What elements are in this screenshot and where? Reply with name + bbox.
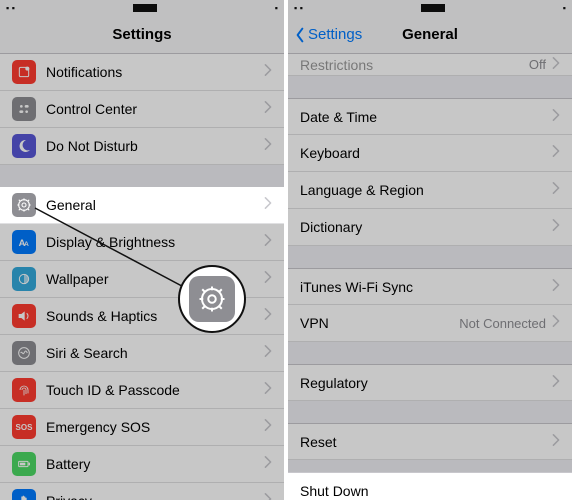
cell-itunes-wifi-sync[interactable]: iTunes Wi-Fi Sync bbox=[288, 268, 572, 305]
back-button[interactable]: Settings bbox=[294, 26, 362, 43]
display-icon: AA bbox=[12, 230, 36, 254]
chevron-right-icon bbox=[264, 344, 272, 362]
cell-label: Shut Down bbox=[300, 483, 560, 499]
navbar: Settings General bbox=[288, 16, 572, 54]
cell-battery[interactable]: Battery bbox=[0, 446, 284, 483]
cell-shut-down[interactable]: Shut Down bbox=[288, 472, 572, 500]
chevron-right-icon bbox=[264, 455, 272, 473]
cell-label: General bbox=[46, 197, 264, 213]
chevron-right-icon bbox=[552, 181, 560, 199]
notifications-icon bbox=[12, 60, 36, 84]
navbar: Settings bbox=[0, 16, 284, 54]
chevron-right-icon bbox=[264, 381, 272, 399]
chevron-right-icon bbox=[264, 137, 272, 155]
cell-label: Privacy bbox=[46, 493, 264, 500]
sos-icon: SOS bbox=[12, 415, 36, 439]
chevron-right-icon bbox=[552, 108, 560, 126]
status-bar: ▪ ▪▪ bbox=[0, 0, 284, 16]
chevron-right-icon bbox=[552, 56, 560, 74]
cell-emergency-sos[interactable]: SOS Emergency SOS bbox=[0, 409, 284, 446]
cell-label: VPN bbox=[300, 315, 459, 331]
cell-label: Battery bbox=[46, 456, 264, 472]
chevron-right-icon bbox=[552, 218, 560, 236]
cell-general[interactable]: General bbox=[0, 187, 284, 224]
cell-privacy[interactable]: Privacy bbox=[0, 483, 284, 500]
cell-label: Keyboard bbox=[300, 145, 552, 161]
cell-label: Regulatory bbox=[300, 375, 552, 391]
chevron-right-icon bbox=[264, 100, 272, 118]
general-list: RestrictionsOff Date & Time Keyboard Langua… bbox=[288, 54, 572, 500]
cell-label: Siri & Search bbox=[46, 345, 264, 361]
cell-touch-id-passcode[interactable]: Touch ID & Passcode bbox=[0, 372, 284, 409]
cell-value: Off bbox=[529, 57, 546, 72]
wallpaper-icon bbox=[12, 267, 36, 291]
chevron-right-icon bbox=[552, 278, 560, 296]
cell-do-not-disturb[interactable]: Do Not Disturb bbox=[0, 128, 284, 165]
cell-label: iTunes Wi-Fi Sync bbox=[300, 279, 552, 295]
screenshot-right: ▪ ▪▪ Settings General RestrictionsOff Dat… bbox=[288, 0, 572, 500]
hand-icon bbox=[12, 489, 36, 500]
sound-icon bbox=[12, 304, 36, 328]
callout-bubble bbox=[178, 265, 246, 333]
battery-icon bbox=[12, 452, 36, 476]
cell-regulatory[interactable]: Regulatory bbox=[288, 364, 572, 401]
chevron-right-icon bbox=[264, 63, 272, 81]
cell-value: Not Connected bbox=[459, 316, 546, 331]
cell-reset[interactable]: Reset bbox=[288, 423, 572, 460]
cell-label: Control Center bbox=[46, 101, 264, 117]
cell-label: Do Not Disturb bbox=[46, 138, 264, 154]
status-bar: ▪ ▪▪ bbox=[288, 0, 572, 16]
chevron-right-icon bbox=[264, 307, 272, 325]
cell-label: Display & Brightness bbox=[46, 234, 264, 250]
control-center-icon bbox=[12, 97, 36, 121]
chevron-right-icon bbox=[264, 233, 272, 251]
cell-notifications[interactable]: Notifications bbox=[0, 54, 284, 91]
moon-icon bbox=[12, 134, 36, 158]
chevron-right-icon bbox=[552, 433, 560, 451]
chevron-right-icon bbox=[264, 418, 272, 436]
cell-label: Notifications bbox=[46, 64, 264, 80]
cell-language-region[interactable]: Language & Region bbox=[288, 172, 572, 209]
cell-label: Language & Region bbox=[300, 182, 552, 198]
chevron-right-icon bbox=[264, 492, 272, 500]
chevron-left-icon bbox=[294, 27, 306, 43]
page-title: General bbox=[402, 26, 458, 43]
chevron-right-icon bbox=[264, 196, 272, 214]
gear-icon bbox=[189, 276, 235, 322]
screenshot-left: ▪ ▪▪ Settings Notifications Control Cente… bbox=[0, 0, 284, 500]
cell-date-time[interactable]: Date & Time bbox=[288, 98, 572, 135]
chevron-right-icon bbox=[552, 374, 560, 392]
cell-vpn[interactable]: VPNNot Connected bbox=[288, 305, 572, 342]
cell-label: Dictionary bbox=[300, 219, 552, 235]
fingerprint-icon bbox=[12, 378, 36, 402]
page-title: Settings bbox=[112, 26, 171, 43]
cell-label: Restrictions bbox=[300, 57, 529, 73]
siri-icon bbox=[12, 341, 36, 365]
cell-label: Reset bbox=[300, 434, 552, 450]
cell-label: Emergency SOS bbox=[46, 419, 264, 435]
chevron-right-icon bbox=[552, 314, 560, 332]
cell-control-center[interactable]: Control Center bbox=[0, 91, 284, 128]
cell-label: Date & Time bbox=[300, 109, 552, 125]
settings-list: Notifications Control Center Do Not Distur… bbox=[0, 54, 284, 500]
cell-keyboard[interactable]: Keyboard bbox=[288, 135, 572, 172]
cell-siri-search[interactable]: Siri & Search bbox=[0, 335, 284, 372]
gear-icon bbox=[12, 193, 36, 217]
cell-label: Touch ID & Passcode bbox=[46, 382, 264, 398]
cell-dictionary[interactable]: Dictionary bbox=[288, 209, 572, 246]
cell-restrictions[interactable]: RestrictionsOff bbox=[288, 54, 572, 76]
chevron-right-icon bbox=[264, 270, 272, 288]
cell-display-brightness[interactable]: AA Display & Brightness bbox=[0, 224, 284, 261]
svg-text:A: A bbox=[24, 241, 29, 248]
chevron-right-icon bbox=[552, 144, 560, 162]
